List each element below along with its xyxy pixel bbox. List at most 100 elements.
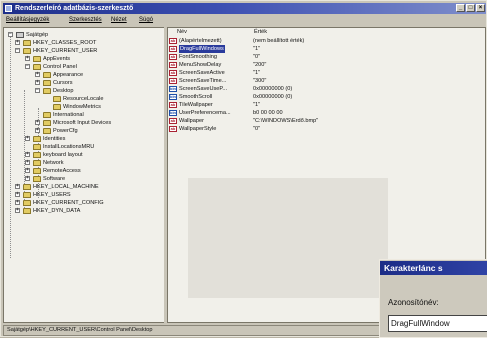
- value-data: "1": [253, 102, 261, 108]
- value-data: "200": [253, 62, 267, 68]
- expand-toggle[interactable]: +: [35, 120, 40, 125]
- tree-label: RemoteAccess: [43, 168, 81, 174]
- tree-label: HKEY_CLASSES_ROOT: [33, 40, 97, 46]
- binary-value-icon: bin: [169, 94, 177, 100]
- tree-label: Cursors: [53, 80, 73, 86]
- tree-label: HKEY_CURRENT_CONFIG: [33, 200, 104, 206]
- folder-icon: [23, 208, 31, 214]
- expand-toggle[interactable]: +: [25, 168, 30, 173]
- collapse-toggle[interactable]: −: [25, 64, 30, 69]
- edit-string-dialog: Karakterlánc s Azonosítónév: DragFullWin…: [379, 259, 487, 338]
- expand-toggle[interactable]: +: [15, 40, 20, 45]
- folder-icon: [33, 160, 41, 166]
- tree-label: keyboard layout: [43, 152, 83, 158]
- value-name: MenuShowDelay: [179, 62, 222, 68]
- title-bar[interactable]: Rendszerleíró adatbázis-szerkesztő _ □ ×: [3, 3, 486, 14]
- maximize-button[interactable]: □: [466, 4, 475, 12]
- expand-toggle[interactable]: +: [15, 184, 20, 189]
- binary-value-icon: bin: [169, 110, 177, 116]
- value-name: DragFullWindows: [179, 45, 225, 53]
- string-value-icon: ab: [169, 118, 177, 124]
- menu-edit[interactable]: Szerkesztés: [69, 15, 102, 25]
- menu-view[interactable]: Nézet: [111, 15, 127, 25]
- computer-icon: [16, 32, 24, 38]
- value-data: "0": [253, 126, 261, 132]
- expand-toggle[interactable]: +: [35, 80, 40, 85]
- value-name: ScreenSaveTime...: [179, 78, 227, 84]
- value-name: TileWallpaper: [179, 102, 213, 108]
- string-value-icon: ab: [169, 78, 177, 84]
- tree-label: PowerCfg: [53, 128, 78, 134]
- window-title: Rendszerleíró adatbázis-szerkesztő: [15, 5, 134, 12]
- menu-bar: Beállításjegyzék Szerkesztés Nézet Súgó: [3, 15, 486, 25]
- close-button[interactable]: ×: [476, 4, 485, 12]
- folder-icon: [53, 104, 61, 110]
- binary-value-icon: bin: [169, 86, 177, 92]
- folder-icon: [43, 128, 51, 134]
- folder-icon: [23, 40, 31, 46]
- folder-icon: [53, 96, 61, 102]
- key-tree-pane[interactable]: − Sajátgép + HKEY_CLASSES_ROOT − HKEY_CU…: [3, 27, 165, 323]
- tree-label: HKEY_USERS: [33, 192, 71, 198]
- string-value-icon: ab: [169, 54, 177, 60]
- dialog-title[interactable]: Karakterlánc s: [380, 261, 487, 275]
- value-data: "C:\WINDOWS\Erdő.bmp": [253, 118, 319, 124]
- folder-icon: [33, 176, 41, 182]
- tree-label: Appearance: [53, 72, 84, 78]
- expand-toggle[interactable]: +: [15, 192, 20, 197]
- expand-toggle[interactable]: +: [25, 56, 30, 61]
- tree-connector: [10, 36, 11, 258]
- expand-toggle[interactable]: +: [15, 200, 20, 205]
- string-value-icon: ab: [169, 38, 177, 44]
- expand-toggle[interactable]: +: [35, 128, 40, 133]
- string-value-icon: ab: [169, 126, 177, 132]
- menu-registry[interactable]: Beállításjegyzék: [6, 15, 49, 25]
- value-name-label: Azonosítónév:: [388, 298, 439, 307]
- folder-icon: [43, 112, 51, 118]
- expand-toggle[interactable]: +: [15, 208, 20, 213]
- value-data: 0x00000000 (0): [253, 86, 293, 92]
- expand-toggle[interactable]: +: [25, 176, 30, 181]
- folder-open-icon: [23, 48, 31, 54]
- expand-toggle[interactable]: +: [25, 136, 30, 141]
- tree-label: Desktop: [53, 88, 74, 94]
- background-shadow: [188, 178, 388, 298]
- menu-help[interactable]: Súgó: [139, 15, 153, 25]
- value-data: 0x00000000 (0): [253, 94, 293, 100]
- value-name-field[interactable]: DragFullWindow: [388, 315, 487, 332]
- value-data: b0 00 00 00: [253, 110, 283, 116]
- value-data: "1": [253, 46, 261, 52]
- expand-toggle[interactable]: +: [25, 160, 30, 165]
- collapse-toggle[interactable]: −: [8, 32, 13, 37]
- folder-icon: [33, 152, 41, 158]
- folder-icon: [43, 72, 51, 78]
- expand-toggle[interactable]: +: [35, 72, 40, 77]
- folder-icon: [23, 184, 31, 190]
- folder-icon: [33, 168, 41, 174]
- folder-icon: [23, 192, 31, 198]
- folder-icon: [33, 136, 41, 142]
- regedit-app-icon: [5, 5, 12, 12]
- tree-label: Network: [43, 160, 64, 166]
- folder-icon: [23, 200, 31, 206]
- minimize-button[interactable]: _: [456, 4, 465, 12]
- tree-label: Microsoft Input Devices: [53, 120, 112, 126]
- collapse-toggle[interactable]: −: [35, 88, 40, 93]
- regedit-window: Rendszerleíró adatbázis-szerkesztő _ □ ×…: [0, 0, 487, 338]
- tree-label: Identities: [43, 136, 66, 142]
- string-value-icon: ab: [169, 102, 177, 108]
- string-value-icon: ab: [169, 46, 177, 52]
- string-value-icon: ab: [169, 62, 177, 68]
- tree-label: Control Panel: [43, 64, 77, 70]
- collapse-toggle[interactable]: −: [15, 48, 20, 53]
- value-name: (Alapértelmezett): [179, 38, 222, 44]
- tree-label: WindowMetrics: [63, 104, 101, 110]
- tree-label: InstallLocationsMRU: [43, 144, 95, 150]
- value-name: SmoothScroll: [179, 94, 213, 100]
- column-header-name[interactable]: Név: [177, 29, 187, 35]
- value-name: Wallpaper: [179, 118, 204, 124]
- folder-icon: [43, 120, 51, 126]
- column-header-value[interactable]: Érték: [254, 29, 267, 35]
- value-data: (nem beállított érték): [253, 38, 305, 44]
- expand-toggle[interactable]: +: [25, 152, 30, 157]
